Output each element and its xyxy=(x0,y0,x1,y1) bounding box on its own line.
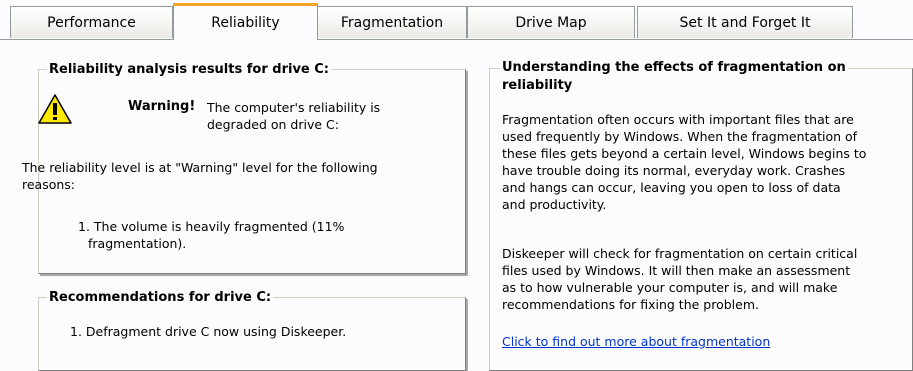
paragraph-1-line6: and productivity. xyxy=(502,197,607,212)
warning-icon xyxy=(38,94,72,124)
paragraph-1-line3: these files gets beyond a certain level,… xyxy=(502,146,867,161)
paragraph-1-line1: Fragmentation often occurs with importan… xyxy=(502,112,854,127)
paragraph-1-line4: have trouble doing its normal, everyday … xyxy=(502,163,846,178)
tab-fragmentation[interactable]: Fragmentation xyxy=(317,6,467,38)
reason-line1: 1. The volume is heavily fragmented (11% xyxy=(78,219,345,234)
warning-text-line2: degraded on drive C: xyxy=(207,117,339,132)
tab-reliability[interactable]: Reliability xyxy=(173,3,318,40)
paragraph-2-line1: Diskeeper will check for fragmentation o… xyxy=(502,246,858,261)
tab-drive-map[interactable]: Drive Map xyxy=(467,6,635,38)
recommendations-title: Recommendations for drive C: xyxy=(47,289,274,306)
understanding-title-line2: reliability xyxy=(500,77,575,94)
paragraph-1-line5: and hangs can occur, leaving you open to… xyxy=(502,180,841,195)
warning-text-line1: The computer's reliability is xyxy=(207,100,381,115)
warning-label: Warning! xyxy=(128,99,196,114)
tab-divider xyxy=(0,39,913,40)
tab-bar: Performance Drive Map Set It and Forget … xyxy=(0,0,913,44)
reliability-analysis-title: Reliability analysis results for drive C… xyxy=(47,61,331,78)
level-text-line1: The reliability level is at "Warning" le… xyxy=(22,160,378,175)
reason-line2: fragmentation). xyxy=(88,236,187,251)
tab-set-it-and-forget-it[interactable]: Set It and Forget It xyxy=(637,6,853,38)
tab-performance[interactable]: Performance xyxy=(10,6,173,38)
understanding-title-line1: Understanding the effects of fragmentati… xyxy=(500,59,848,76)
recommendation-item: 1. Defragment drive C now using Diskeepe… xyxy=(70,324,347,339)
paragraph-2-line2: files used by Windows. It will then make… xyxy=(502,263,851,278)
level-text-line2: reasons: xyxy=(22,177,76,192)
paragraph-2-line4: recommendations for fixing the problem. xyxy=(502,297,759,312)
fragmentation-info-link[interactable]: Click to find out more about fragmentati… xyxy=(502,333,770,350)
paragraph-2-line3: as to how vulnerable your computer is, a… xyxy=(502,280,838,295)
paragraph-1-line2: used frequently by Windows. When the fra… xyxy=(502,129,858,144)
